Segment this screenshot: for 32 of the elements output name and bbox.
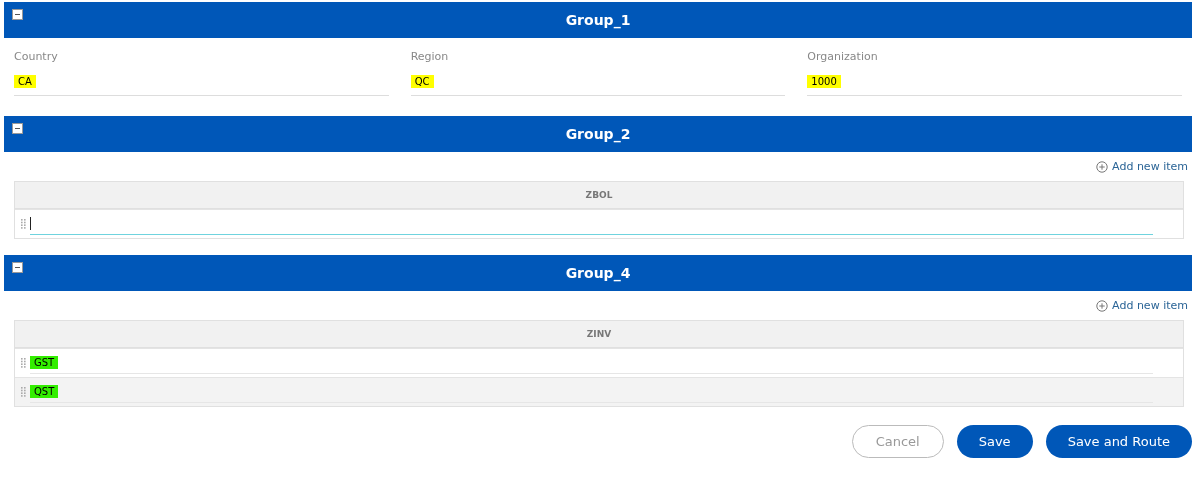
drag-handle-icon[interactable] xyxy=(21,219,26,229)
add-item-link[interactable]: Add new item xyxy=(1096,160,1188,173)
collapse-toggle[interactable] xyxy=(12,9,23,20)
input-field[interactable]: 1000 xyxy=(807,73,1182,96)
add-circle-icon xyxy=(1096,160,1109,173)
add-circle-icon xyxy=(1096,299,1109,312)
field-value: CA xyxy=(14,74,36,88)
add-item-label: Add new item xyxy=(1112,160,1188,173)
drag-handle-icon[interactable] xyxy=(21,358,26,368)
text-cursor xyxy=(30,217,31,230)
collapse-toggle[interactable] xyxy=(12,262,23,273)
cell-value: GST xyxy=(30,356,59,369)
column-header: ZBOL xyxy=(15,182,1183,209)
field-value: 1000 xyxy=(807,74,841,88)
primary-button[interactable]: Save and Route xyxy=(1045,425,1192,458)
field-label: Country xyxy=(14,50,59,63)
field-label: Region xyxy=(410,50,450,63)
cell-value: QST xyxy=(30,385,59,398)
input-field[interactable]: GST xyxy=(30,352,1153,374)
input-field[interactable]: QC xyxy=(410,73,786,96)
drag-handle-icon[interactable] xyxy=(21,387,26,397)
group-title: Group_2 xyxy=(565,126,631,142)
field-value: QC xyxy=(410,74,434,88)
field-label: Organization xyxy=(807,50,879,63)
input-field[interactable]: CA xyxy=(14,73,389,96)
primary-button[interactable]: Save xyxy=(956,425,1033,458)
collapse-toggle[interactable] xyxy=(12,123,23,134)
add-item-label: Add new item xyxy=(1112,299,1188,312)
group-title: Group_1 xyxy=(565,12,631,28)
add-item-link[interactable]: Add new item xyxy=(1096,299,1188,312)
group-title: Group_4 xyxy=(565,265,631,281)
column-header: ZINV xyxy=(15,321,1183,348)
